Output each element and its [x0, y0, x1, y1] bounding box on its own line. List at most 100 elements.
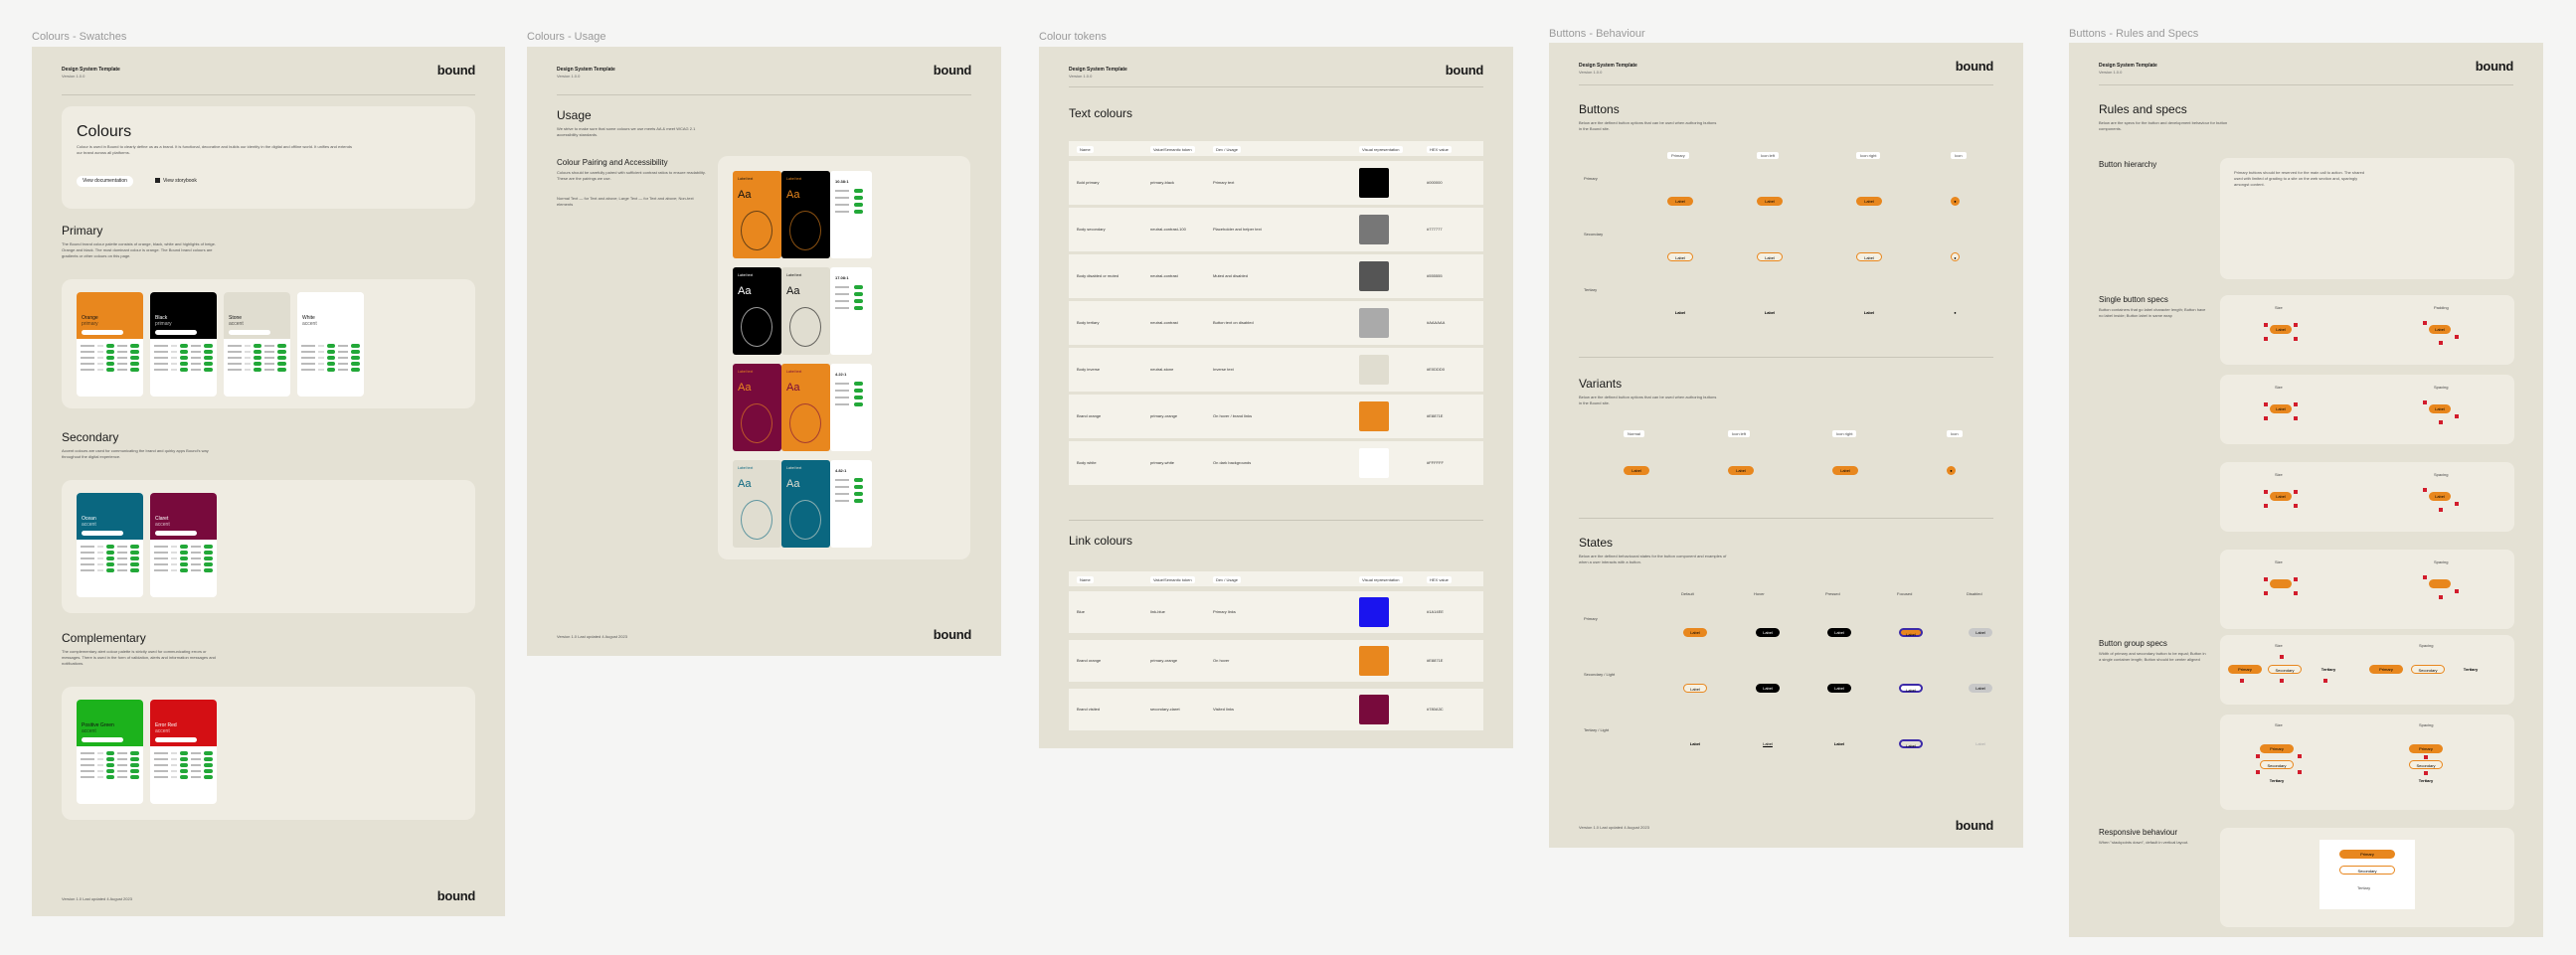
state-button[interactable]: Label: [1899, 739, 1923, 748]
colour-swatch-card[interactable]: Stone accent: [224, 292, 290, 397]
swatch-hex-pill: [155, 330, 197, 335]
spec-button[interactable]: Label: [2429, 492, 2451, 501]
colour-swatch-card[interactable]: White accent: [297, 292, 364, 397]
spec-button[interactable]: Label: [2270, 325, 2292, 334]
state-matrix: Default Hover Pressed Focused Disabled Primar…: [1579, 591, 1993, 810]
state-button[interactable]: Label: [1899, 684, 1923, 693]
tokens-board[interactable]: Design System Template Version 1.0.0 bou…: [1039, 47, 1513, 748]
colour-swatch-card[interactable]: Claret accent: [150, 493, 217, 597]
group-button[interactable]: Tertiary: [2312, 665, 2345, 674]
state-button[interactable]: Label: [1683, 684, 1707, 693]
pass-badge: [130, 551, 139, 555]
redline-marker: [2294, 416, 2298, 420]
colour-swatch-card[interactable]: Orange primary: [77, 292, 143, 397]
example-button[interactable]: ●: [1951, 197, 1960, 206]
stacked-button[interactable]: Secondary: [2409, 760, 2443, 769]
spec-panel: Size Padding Label Label: [2220, 295, 2514, 365]
responsive-secondary-button[interactable]: Secondary: [2339, 866, 2395, 875]
example-button[interactable]: Label: [1757, 197, 1783, 206]
swatch-contrast-row: [81, 567, 139, 573]
token-value: link-blue: [1150, 609, 1165, 614]
rules-board[interactable]: Design System Template Version 1.0.0 bou…: [2069, 43, 2543, 937]
example-button[interactable]: Label: [1667, 252, 1693, 261]
colour-swatch-card[interactable]: Ocean accent: [77, 493, 143, 597]
row-label-bar: [835, 500, 849, 502]
pass-badge: [204, 763, 213, 767]
example-button[interactable]: Label: [1757, 308, 1783, 317]
row-label-bar: [191, 357, 202, 359]
view-storybook-button[interactable]: View storybook: [149, 176, 203, 187]
state-button[interactable]: Label: [1756, 684, 1780, 693]
token-value: primary-orange: [1150, 413, 1178, 418]
group-button[interactable]: Secondary: [2268, 665, 2302, 674]
stacked-button[interactable]: Primary: [2260, 744, 2294, 753]
stacked-button[interactable]: Primary: [2409, 744, 2443, 753]
state-button[interactable]: Label: [1899, 628, 1923, 637]
variant-button[interactable]: ●: [1947, 466, 1956, 475]
pass-badge: [179, 757, 189, 761]
pairing-aa: Aa: [738, 478, 752, 490]
pass-badge: [204, 545, 213, 549]
state-button[interactable]: Label: [1756, 628, 1780, 637]
row-label-bar: [117, 776, 128, 778]
doc-title: Design System Template: [2099, 63, 2157, 69]
example-button[interactable]: Label: [1856, 252, 1882, 261]
example-button[interactable]: Label: [1757, 252, 1783, 261]
colour-swatch-card[interactable]: Positive Green accent: [77, 700, 143, 804]
spec-button[interactable]: Label: [2429, 404, 2451, 413]
state-heading: Pressed: [1825, 591, 1840, 596]
variant-button[interactable]: Label: [1728, 466, 1754, 475]
state-button[interactable]: Label: [1827, 684, 1851, 693]
group-button[interactable]: Tertiary: [2454, 665, 2488, 674]
usage-board[interactable]: Design System Template Version 1.0.0 bou…: [527, 47, 1001, 656]
state-button[interactable]: Label: [1756, 739, 1780, 748]
example-button[interactable]: ●: [1951, 308, 1960, 317]
contrast-ratio: 17.08:1: [835, 275, 849, 280]
token-value: neutral-contrast: [1150, 273, 1178, 278]
pass-badge: [351, 344, 360, 348]
state-button[interactable]: Label: [1683, 628, 1707, 637]
example-button[interactable]: Label: [1667, 197, 1693, 206]
spec-button[interactable]: Label: [2429, 325, 2451, 334]
swatch-colour-block: Stone accent: [224, 292, 290, 339]
single-spec-title: Single button specs: [2099, 295, 2168, 304]
redline-marker: [2323, 679, 2327, 683]
responsive-tertiary-button[interactable]: Tertiary: [2357, 885, 2370, 890]
view-documentation-button[interactable]: View documentation: [77, 176, 133, 187]
text-colours-title: Text colours: [1069, 106, 1133, 120]
colour-swatch-card[interactable]: Black primary: [150, 292, 217, 397]
state-button[interactable]: Label: [1969, 739, 1992, 748]
variant-button[interactable]: Label: [1624, 466, 1649, 475]
variant-heading: Icon left: [1728, 430, 1751, 437]
variant-button[interactable]: Label: [1832, 466, 1858, 475]
state-button[interactable]: Label: [1827, 628, 1851, 637]
bound-logo: bound: [1955, 59, 1994, 74]
token-name: Brand orange: [1077, 658, 1102, 663]
state-button[interactable]: Label: [1827, 739, 1851, 748]
behaviour-board[interactable]: Design System Template Version 1.0.0 bou…: [1549, 43, 2023, 848]
swatches-board[interactable]: Design System Template Version 1.0.0 bou…: [32, 47, 505, 916]
example-button[interactable]: ●: [1951, 252, 1960, 261]
state-button[interactable]: Label: [1969, 628, 1992, 637]
group-button[interactable]: Secondary: [2411, 665, 2445, 674]
row-label-bar: [191, 363, 202, 365]
frame-title-usage: Colours - Usage: [527, 31, 606, 43]
spec-button[interactable]: Label: [2270, 492, 2292, 501]
colour-swatch-card[interactable]: Error Red accent: [150, 700, 217, 804]
stacked-button[interactable]: Secondary: [2260, 760, 2294, 769]
spec-button[interactable]: [2429, 579, 2451, 588]
state-button[interactable]: Label: [1683, 739, 1707, 748]
storybook-icon: [155, 178, 160, 184]
row-value-bar: [170, 345, 177, 347]
example-button[interactable]: Label: [1856, 197, 1882, 206]
state-button[interactable]: Label: [1969, 684, 1992, 693]
spec-button[interactable]: [2270, 579, 2292, 588]
group-button[interactable]: Primary: [2369, 665, 2403, 674]
example-button[interactable]: Label: [1667, 308, 1693, 317]
spec-button[interactable]: Label: [2270, 404, 2292, 413]
example-button[interactable]: Label: [1856, 308, 1882, 317]
group-button[interactable]: Primary: [2228, 665, 2262, 674]
responsive-primary-button[interactable]: Primary: [2339, 850, 2395, 859]
stacked-button[interactable]: Tertiary: [2260, 776, 2294, 785]
stacked-button[interactable]: Tertiary: [2409, 776, 2443, 785]
